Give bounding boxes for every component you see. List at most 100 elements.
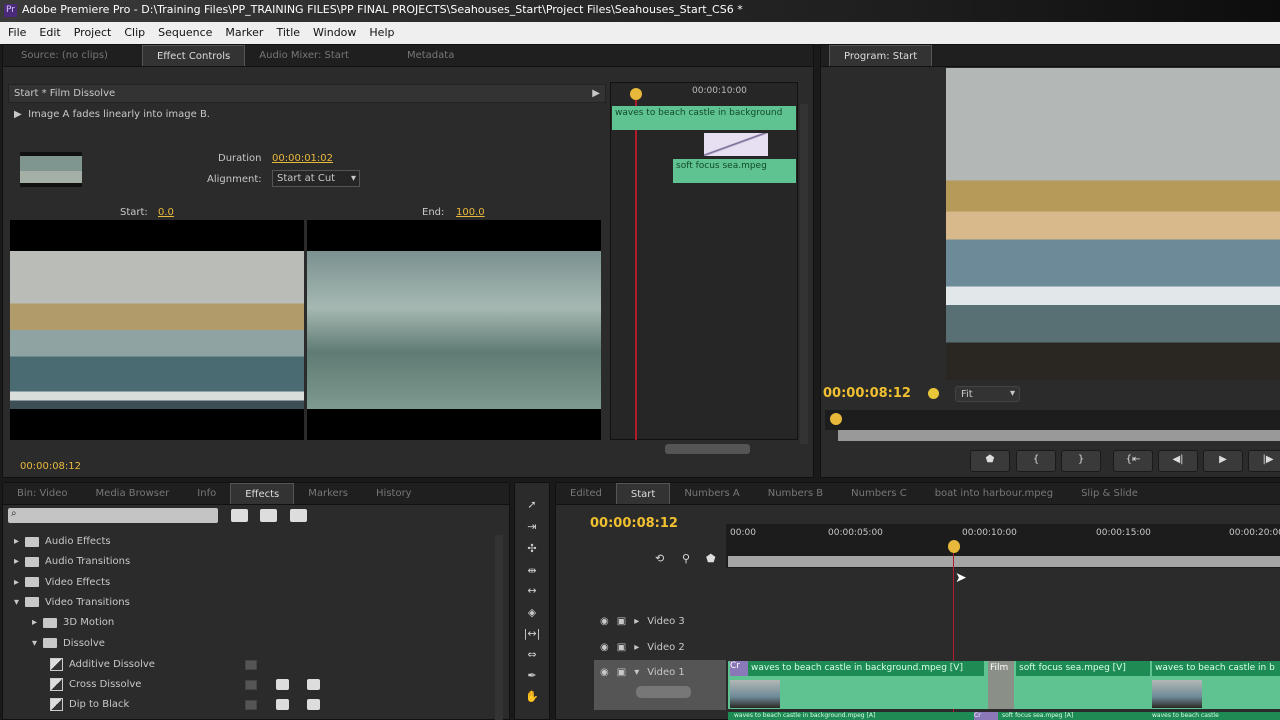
transition-bar[interactable] bbox=[704, 133, 768, 156]
marker-icon[interactable] bbox=[928, 388, 939, 399]
start-value[interactable]: 0.0 bbox=[158, 207, 174, 218]
eye-icon[interactable]: ◉ bbox=[600, 642, 609, 653]
playhead-icon[interactable] bbox=[630, 88, 642, 100]
effects-scrollbar[interactable] bbox=[495, 535, 503, 720]
collapse-icon[interactable]: ▾ bbox=[32, 638, 37, 649]
tab-numbers-a[interactable]: Numbers A bbox=[670, 483, 753, 504]
play-button[interactable]: ▶ bbox=[1203, 450, 1243, 472]
yuv-effects-icon[interactable] bbox=[290, 509, 307, 522]
effects-tree-item[interactable]: ▸ Video Effects bbox=[14, 577, 110, 588]
clip-a-bar[interactable]: waves to beach castle in background bbox=[612, 106, 796, 130]
menu-clip[interactable]: Clip bbox=[124, 26, 145, 44]
track-select-tool-icon[interactable]: ⇥ bbox=[522, 520, 542, 534]
play-transition-icon[interactable]: ▶ bbox=[14, 109, 22, 120]
marker-icon[interactable]: ⬟ bbox=[706, 552, 716, 565]
program-scrollbar[interactable] bbox=[838, 430, 1280, 441]
tab-history[interactable]: History bbox=[362, 483, 426, 504]
mark-in-button[interactable]: { bbox=[1016, 450, 1056, 472]
menu-sequence[interactable]: Sequence bbox=[158, 26, 212, 44]
audio-transition[interactable]: Cr bbox=[974, 712, 998, 720]
tab-program[interactable]: Program: Start bbox=[829, 45, 933, 66]
menu-project[interactable]: Project bbox=[74, 26, 112, 44]
timeline-timecode[interactable]: 00:00:08:12 bbox=[590, 516, 678, 531]
audio-clip[interactable]: waves to beach castle bbox=[1150, 712, 1280, 720]
lock-icon[interactable]: ▣ bbox=[617, 667, 626, 678]
tab-boat-into-harbour[interactable]: boat into harbour.mpeg bbox=[921, 483, 1067, 504]
expand-icon[interactable]: ▸ bbox=[14, 556, 19, 567]
step-forward-button[interactable]: |▶ bbox=[1248, 450, 1280, 472]
menu-file[interactable]: File bbox=[8, 26, 26, 44]
razor-tool-icon[interactable]: ◈ bbox=[522, 606, 542, 620]
effects-tree-item[interactable]: Dip to Black bbox=[50, 698, 129, 712]
menu-marker[interactable]: Marker bbox=[225, 26, 263, 44]
duration-value[interactable]: 00:00:01:02 bbox=[272, 153, 333, 164]
accelerated-effects-icon[interactable] bbox=[231, 509, 248, 522]
mini-scrollbar[interactable] bbox=[800, 104, 808, 444]
tab-media-browser[interactable]: Media Browser bbox=[82, 483, 184, 504]
collapse-icon[interactable]: ▾ bbox=[14, 597, 19, 608]
expand-icon[interactable]: ▸ bbox=[14, 577, 19, 588]
step-back-button[interactable]: ◀| bbox=[1158, 450, 1198, 472]
snap-icon[interactable]: ⟲ bbox=[655, 552, 664, 565]
rate-stretch-tool-icon[interactable]: ↔ bbox=[522, 584, 542, 598]
pen-tool-icon[interactable]: ✒ bbox=[522, 669, 542, 683]
timeline-playhead-icon[interactable] bbox=[948, 540, 960, 553]
eye-icon[interactable]: ◉ bbox=[600, 667, 609, 678]
eye-icon[interactable]: ◉ bbox=[600, 616, 609, 627]
alignment-dropdown[interactable]: Start at Cut ▾ bbox=[272, 170, 360, 187]
lock-icon[interactable]: ▣ bbox=[617, 616, 626, 627]
mark-out-button[interactable]: } bbox=[1061, 450, 1101, 472]
expand-icon[interactable]: ▸ bbox=[634, 642, 639, 653]
expand-icon[interactable]: ▸ bbox=[634, 616, 639, 627]
tab-edited[interactable]: Edited bbox=[556, 483, 616, 504]
expand-icon[interactable]: ▸ bbox=[32, 617, 37, 628]
audio-clip[interactable]: waves to beach castle in background.mpeg… bbox=[732, 712, 972, 720]
slide-tool-icon[interactable]: ⇔ bbox=[522, 648, 542, 662]
rolling-edit-tool-icon[interactable]: ⇹ bbox=[522, 564, 542, 578]
timeline-clip[interactable]: soft focus sea.mpeg [V] bbox=[1016, 661, 1150, 676]
slip-tool-icon[interactable]: |↔| bbox=[522, 627, 542, 641]
add-marker-button[interactable]: ⬟ bbox=[970, 450, 1010, 472]
program-timecode[interactable]: 00:00:08:12 bbox=[823, 386, 911, 401]
effects-tree-item[interactable]: ▸ 3D Motion bbox=[32, 617, 114, 628]
tab-slip-slide[interactable]: Slip & Slide bbox=[1067, 483, 1152, 504]
effects-search-input[interactable]: ⌕ bbox=[8, 508, 218, 523]
program-playhead-icon[interactable] bbox=[830, 413, 842, 425]
lock-icon[interactable]: ▣ bbox=[617, 642, 626, 653]
32bit-effects-icon[interactable] bbox=[260, 509, 277, 522]
effects-tree-item[interactable]: Additive Dissolve bbox=[50, 657, 155, 671]
tab-bin[interactable]: Bin: Video bbox=[3, 483, 82, 504]
hand-tool-icon[interactable]: ✋ bbox=[522, 690, 542, 704]
expand-icon[interactable]: ▸ bbox=[14, 536, 19, 547]
timeline-clip[interactable]: waves to beach castle in b bbox=[1152, 661, 1280, 676]
ripple-edit-tool-icon[interactable]: ✣ bbox=[522, 542, 542, 556]
zoom-dropdown[interactable]: Fit ▾ bbox=[955, 386, 1020, 402]
timeline-clip[interactable]: waves to beach castle in background.mpeg… bbox=[748, 661, 984, 676]
tab-info[interactable]: Info bbox=[183, 483, 230, 504]
go-to-in-button[interactable]: {⇤ bbox=[1113, 450, 1153, 472]
tab-markers[interactable]: Markers bbox=[294, 483, 362, 504]
tab-effects[interactable]: Effects bbox=[230, 483, 295, 504]
menu-edit[interactable]: Edit bbox=[39, 26, 60, 44]
tab-effect-controls[interactable]: Effect Controls bbox=[141, 45, 246, 66]
add-marker-icon[interactable]: ⚲ bbox=[682, 552, 690, 565]
effects-tree-item[interactable]: ▸ Audio Transitions bbox=[14, 556, 130, 567]
work-area-bar[interactable] bbox=[728, 556, 1280, 567]
tab-start[interactable]: Start bbox=[615, 483, 671, 504]
audio-clip[interactable]: soft focus sea.mpeg [A] bbox=[1000, 712, 1140, 720]
menu-window[interactable]: Window bbox=[313, 26, 356, 44]
menu-help[interactable]: Help bbox=[369, 26, 394, 44]
end-value[interactable]: 100.0 bbox=[456, 207, 485, 218]
play-icon[interactable]: ▶ bbox=[592, 88, 600, 99]
menu-title[interactable]: Title bbox=[276, 26, 300, 44]
effects-tree-item[interactable]: ▾ Video Transitions bbox=[14, 597, 130, 608]
transition-start[interactable]: Cr bbox=[730, 661, 748, 676]
horizontal-scrollbar[interactable] bbox=[665, 444, 750, 454]
tab-source[interactable]: Source: (no clips) bbox=[3, 45, 122, 66]
effects-tree-item[interactable]: ▸ Audio Effects bbox=[14, 536, 111, 547]
clip-b-bar[interactable]: soft focus sea.mpeg bbox=[673, 159, 796, 183]
program-ruler[interactable] bbox=[825, 410, 1280, 430]
tab-audio-mixer[interactable]: Audio Mixer: Start bbox=[245, 45, 363, 66]
tab-numbers-c[interactable]: Numbers C bbox=[837, 483, 921, 504]
collapse-icon[interactable]: ▾ bbox=[634, 667, 639, 678]
